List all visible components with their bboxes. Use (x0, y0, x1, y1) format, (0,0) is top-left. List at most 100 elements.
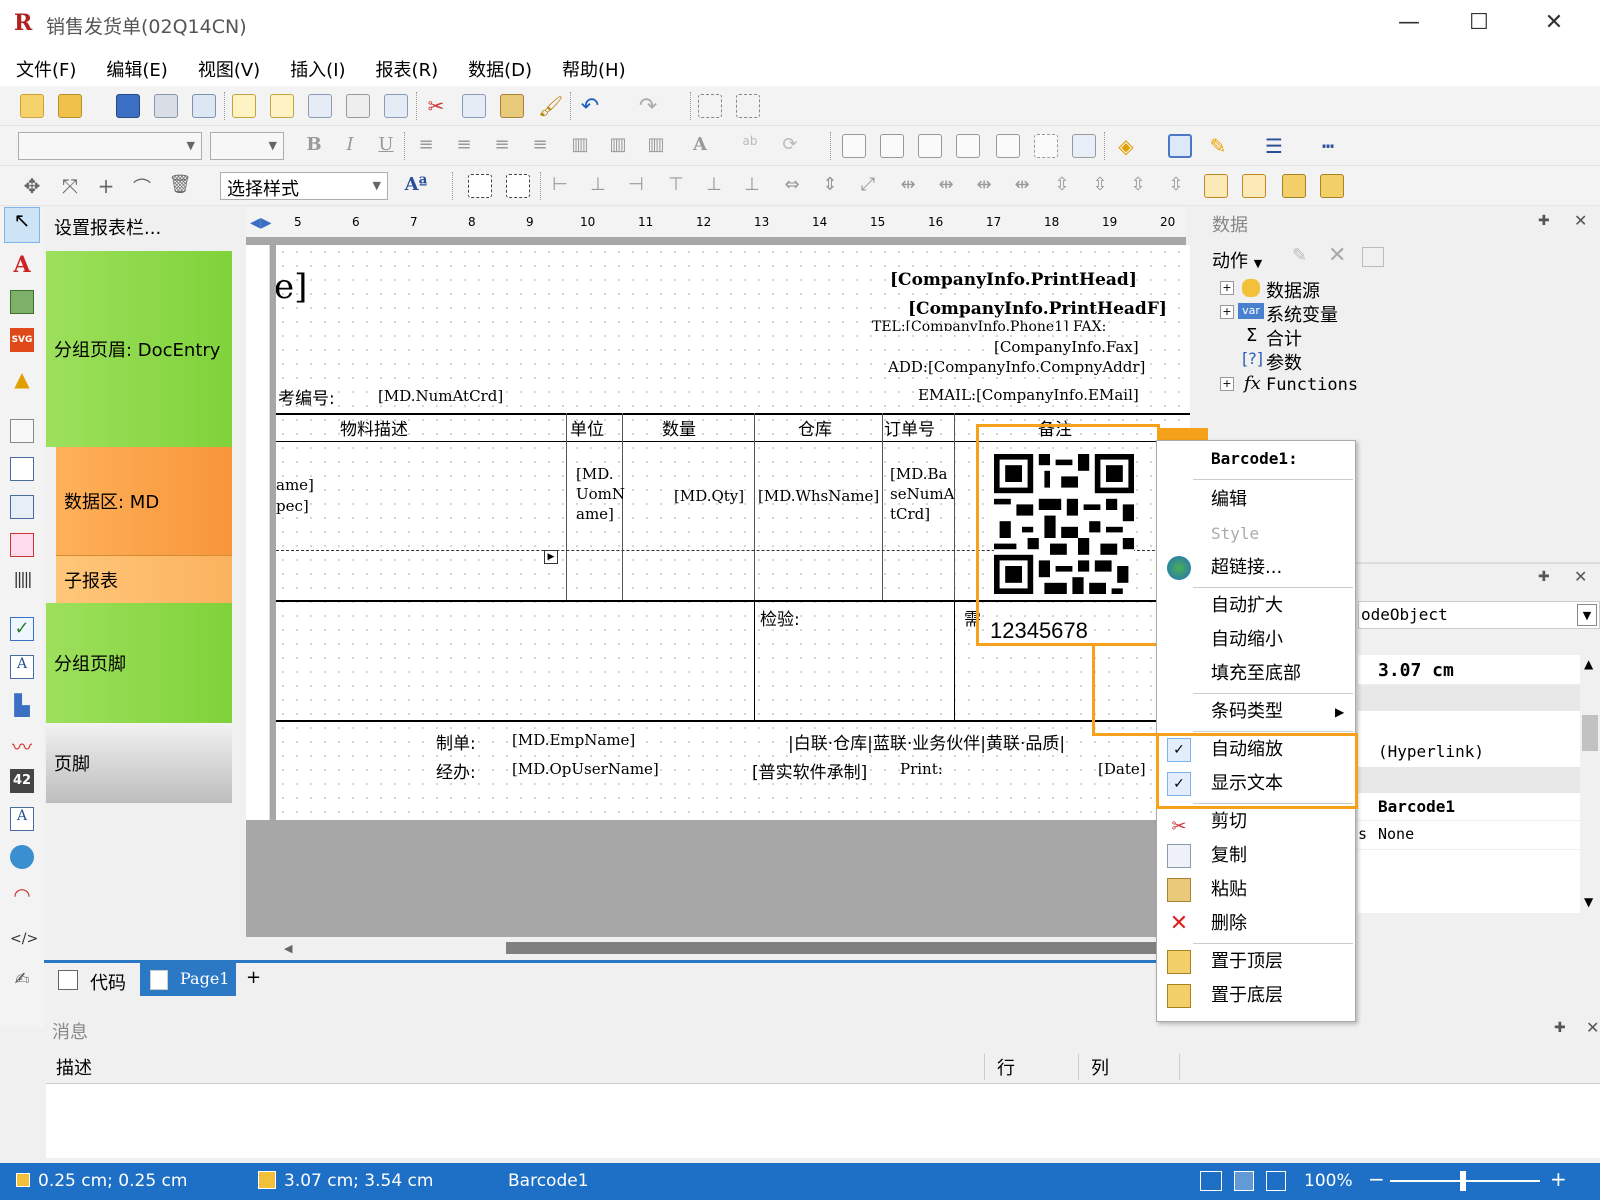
line-width-icon[interactable]: ☰ (1262, 134, 1286, 158)
frame-all-icon[interactable] (996, 134, 1020, 158)
company-head2-field[interactable]: [CompanyInfo.PrintHeadF] (908, 299, 1167, 319)
spec-field[interactable]: pec] (276, 497, 309, 515)
view-mode-icon[interactable] (1200, 1171, 1222, 1191)
software-text[interactable]: [普实软件承制] (752, 758, 867, 783)
new-report-icon[interactable] (20, 94, 44, 118)
tab-page1[interactable]: Page1 (140, 962, 236, 996)
delete-page-icon[interactable] (346, 94, 370, 118)
action-dropdown[interactable]: 动作 ▼ (1212, 247, 1262, 273)
bold-icon[interactable]: B (302, 134, 326, 158)
picture-object-icon[interactable] (10, 290, 34, 314)
add-page-button[interactable]: + (246, 967, 261, 988)
pin-icon[interactable]: ✚ (1538, 569, 1550, 585)
text-object-icon[interactable]: A (10, 252, 34, 278)
line-style-icon[interactable]: ┅ (1316, 134, 1340, 158)
text-style-icon[interactable]: Aª (404, 174, 428, 198)
desc-field[interactable]: ame] (276, 476, 314, 494)
property-row[interactable] (1358, 849, 1580, 913)
menu-style-item[interactable]: Style (1157, 517, 1355, 551)
menu-insert[interactable]: 插入(I) (274, 46, 359, 86)
uom-field-line3[interactable]: ame] (576, 505, 614, 523)
tree-functions[interactable]: Functions (1266, 375, 1358, 395)
sparkline-object-icon[interactable]: 〰 (10, 731, 34, 759)
object-selector[interactable]: odeObject ▼ (1358, 601, 1600, 629)
scroll-thumb[interactable] (1582, 715, 1598, 751)
copy-page-icon[interactable] (308, 94, 332, 118)
order-field-line3[interactable]: tCrd] (890, 505, 930, 523)
close-panel-icon[interactable]: ✕ (1586, 1018, 1599, 1037)
bring-front-icon[interactable] (1282, 174, 1306, 198)
menu-fill-bottom-item[interactable]: 填充至底部 (1157, 657, 1355, 691)
space-h-remove-icon[interactable]: ⇹ (1010, 174, 1034, 198)
chevron-down-icon[interactable]: ▼ (1577, 604, 1597, 626)
same-size-icon[interactable]: ⤢ (856, 174, 880, 198)
page-view-icon[interactable] (1234, 1171, 1254, 1191)
delete-icon[interactable]: ✕ (1328, 243, 1346, 268)
page-settings-icon[interactable] (384, 94, 408, 118)
align-center-icon[interactable]: ≡ (452, 134, 476, 158)
valign-top-icon[interactable]: ▥ (568, 134, 592, 158)
menu-auto-grow-item[interactable]: 自动扩大 (1157, 589, 1355, 623)
center-h-icon[interactable] (1204, 174, 1228, 198)
rotate-icon[interactable]: ⟳ (778, 134, 802, 158)
send-back-icon[interactable] (1320, 174, 1344, 198)
band-group-footer[interactable]: 分组页脚 (46, 603, 232, 723)
menu-help[interactable]: 帮助(H) (546, 46, 640, 86)
col-desc-header[interactable]: 物料描述 (340, 415, 408, 440)
font-color-icon[interactable]: A (688, 134, 712, 158)
report-title-fragment[interactable]: e] (276, 267, 307, 307)
justify-icon[interactable]: ≡ (528, 134, 552, 158)
tree-system-vars[interactable]: 系统变量 (1266, 301, 1338, 327)
tel-field[interactable]: TEL:[CompanyInfo.Phone1] FAX: (872, 319, 1106, 331)
chart-object-icon[interactable]: ▙ (10, 693, 34, 717)
space-h-inc-icon[interactable]: ⇹ (934, 174, 958, 198)
fax-field[interactable]: [CompanyInfo.Fax] (994, 338, 1139, 356)
col-whs-header[interactable]: 仓库 (798, 415, 832, 440)
new-page-icon[interactable] (232, 94, 256, 118)
valign-bottom-icon[interactable]: ▥ (644, 134, 668, 158)
frame-left-icon[interactable] (918, 134, 942, 158)
digital-signature-icon[interactable]: ✍ (10, 969, 34, 993)
frame-top-icon[interactable] (842, 134, 866, 158)
scroll-up-icon[interactable]: ▲ (1584, 657, 1593, 671)
date-field[interactable]: [Date] (1098, 760, 1146, 778)
preview-icon[interactable] (192, 94, 216, 118)
gauge-object-icon[interactable]: ◠ (10, 883, 34, 907)
maximize-button[interactable]: ☐ (1455, 6, 1503, 40)
menu-auto-shrink-item[interactable]: 自动缩小 (1157, 623, 1355, 657)
property-scrollbar[interactable]: ▲ ▼ (1580, 655, 1600, 913)
align-middles-icon[interactable]: ⊥ (702, 174, 726, 198)
valign-center-icon[interactable]: ▥ (606, 134, 630, 158)
highlight-icon[interactable]: ab (738, 134, 762, 158)
qr-code[interactable] (994, 454, 1134, 594)
align-bottoms-icon[interactable]: ⊥ (740, 174, 764, 198)
band-subreport[interactable]: 子报表 (56, 555, 232, 603)
pin-icon[interactable]: ✚ (1538, 213, 1550, 229)
minimize-button[interactable]: — (1385, 6, 1433, 40)
menu-paste-item[interactable]: 粘贴 (1157, 873, 1355, 907)
zip-code-object-icon[interactable]: 42 (10, 769, 34, 793)
fill-props-icon[interactable] (1168, 134, 1192, 158)
matrix-object-icon[interactable] (10, 495, 34, 519)
open-icon[interactable] (58, 94, 82, 118)
menu-send-back-item[interactable]: 置于底层 (1157, 979, 1355, 1013)
messages-list[interactable] (46, 1084, 1600, 1158)
ruler-toggle-icon[interactable]: ◀▶ (250, 215, 272, 231)
zoom-in-icon[interactable]: + (1550, 1167, 1567, 1191)
property-row[interactable]: (Hyperlink) (1358, 737, 1580, 767)
property-row[interactable] (1358, 711, 1580, 737)
italic-icon[interactable]: I (338, 134, 362, 158)
table-object-icon[interactable] (10, 457, 34, 481)
copy-icon[interactable] (462, 94, 486, 118)
properties-icon[interactable] (1362, 247, 1384, 267)
horizontal-scrollbar[interactable]: ◀ (276, 938, 1186, 958)
barcode-object-icon[interactable]: ||||| (10, 569, 34, 593)
col-uom-header[interactable]: 单位 (570, 415, 604, 440)
trash-icon[interactable]: 🗑 (168, 174, 192, 198)
fit-grid-icon[interactable] (506, 174, 530, 198)
align-lefts-icon[interactable]: ⊢ (548, 174, 572, 198)
redo-icon[interactable]: ↷ (636, 94, 660, 119)
html-object-icon[interactable]: </> (10, 931, 38, 955)
band-panel-header[interactable]: 设置报表栏... (46, 207, 232, 247)
new-dialog-icon[interactable] (270, 94, 294, 118)
